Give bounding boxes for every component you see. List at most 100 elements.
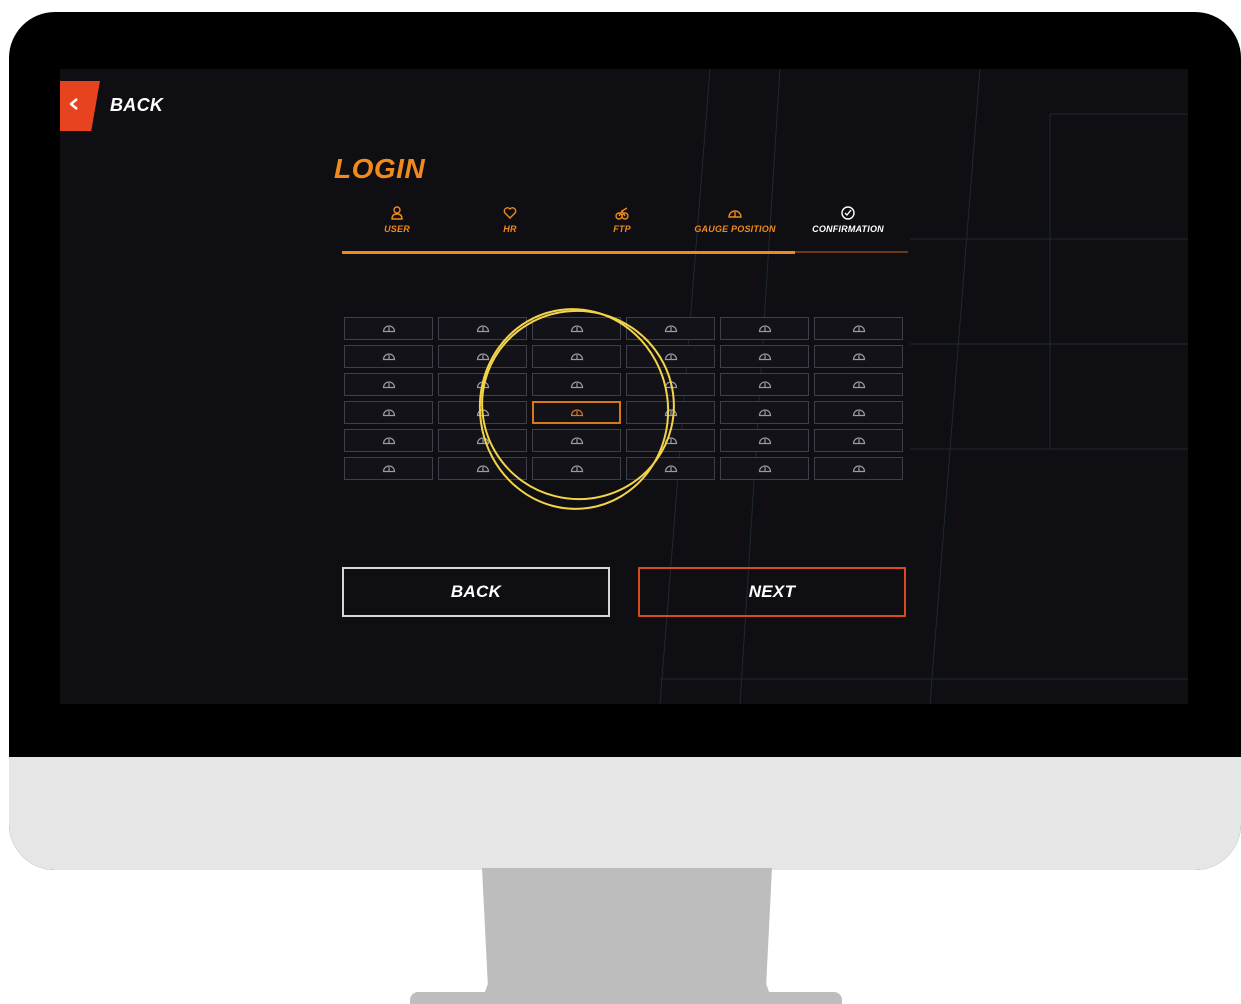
gauge-icon	[758, 320, 772, 338]
heart-icon	[460, 205, 560, 221]
step-gauge-position[interactable]: GAUGE POSITION	[685, 205, 785, 234]
gauge-icon	[758, 376, 772, 394]
chevron-left-icon	[68, 97, 80, 116]
gauge-icon	[852, 348, 866, 366]
gauge-icon	[382, 348, 396, 366]
gauge-icon	[382, 376, 396, 394]
gauge-cell[interactable]	[720, 345, 809, 368]
gauge-icon	[476, 432, 490, 450]
gauge-cell[interactable]	[814, 429, 903, 452]
gauge-cell[interactable]	[626, 457, 715, 480]
gauge-icon	[852, 320, 866, 338]
stepper-progress	[342, 251, 795, 254]
gauge-cell[interactable]	[344, 345, 433, 368]
gauge-cell[interactable]	[438, 317, 527, 340]
gauge-cell[interactable]	[626, 429, 715, 452]
gauge-cell[interactable]	[720, 429, 809, 452]
app-screen: BACK LOGIN USER HR FTP GAUGE POSITION CO…	[60, 69, 1188, 704]
gauge-icon	[570, 376, 584, 394]
gauge-cell[interactable]	[626, 317, 715, 340]
gauge-cell[interactable]	[720, 373, 809, 396]
gauge-cell[interactable]	[720, 401, 809, 424]
gauge-icon	[476, 460, 490, 478]
step-user[interactable]: USER	[347, 205, 447, 234]
gauge-icon	[476, 404, 490, 422]
gauge-icon	[664, 460, 678, 478]
gauge-position-grid	[344, 317, 908, 480]
gauge-cell[interactable]	[720, 457, 809, 480]
gauge-cell[interactable]	[438, 457, 527, 480]
gauge-icon	[476, 348, 490, 366]
gauge-cell[interactable]	[532, 429, 621, 452]
gauge-icon	[664, 348, 678, 366]
step-ftp[interactable]: FTP	[572, 205, 672, 234]
gauge-icon	[758, 348, 772, 366]
gauge-icon	[476, 376, 490, 394]
step-label: GAUGE POSITION	[694, 224, 776, 234]
gauge-icon	[852, 432, 866, 450]
back-button[interactable]: BACK	[342, 567, 610, 617]
bike-icon	[572, 205, 672, 221]
gauge-cell[interactable]	[814, 401, 903, 424]
monitor-frame: BACK LOGIN USER HR FTP GAUGE POSITION CO…	[9, 12, 1241, 870]
gauge-cell[interactable]	[344, 429, 433, 452]
gauge-icon	[382, 432, 396, 450]
step-label: FTP	[613, 224, 631, 234]
gauge-icon	[664, 432, 678, 450]
gauge-cell[interactable]	[626, 345, 715, 368]
next-button[interactable]: NEXT	[638, 567, 906, 617]
gauge-cell[interactable]	[814, 457, 903, 480]
gauge-icon	[758, 404, 772, 422]
top-back-label[interactable]: BACK	[110, 95, 163, 116]
gauge-icon	[570, 432, 584, 450]
gauge-icon	[664, 376, 678, 394]
progress-stepper: USER HR FTP GAUGE POSITION CONFIRMATION	[342, 205, 908, 261]
gauge-cell[interactable]	[344, 401, 433, 424]
gauge-cell[interactable]	[532, 317, 621, 340]
gauge-cell[interactable]	[344, 373, 433, 396]
gauge-icon	[382, 404, 396, 422]
gauge-icon	[852, 460, 866, 478]
gauge-icon	[852, 404, 866, 422]
gauge-icon	[570, 348, 584, 366]
step-confirmation[interactable]: CONFIRMATION	[798, 205, 898, 234]
gauge-cell[interactable]	[438, 429, 527, 452]
gauge-cell[interactable]	[438, 401, 527, 424]
gauge-icon	[664, 404, 678, 422]
gauge-icon	[382, 460, 396, 478]
gauge-cell[interactable]	[532, 373, 621, 396]
gauge-cell[interactable]	[344, 457, 433, 480]
gauge-icon	[570, 404, 584, 422]
gauge-cell[interactable]	[438, 373, 527, 396]
gauge-icon	[685, 205, 785, 221]
gauge-cell[interactable]	[532, 457, 621, 480]
gauge-cell[interactable]	[720, 317, 809, 340]
gauge-icon	[758, 432, 772, 450]
user-icon	[347, 205, 447, 221]
gauge-cell[interactable]	[532, 345, 621, 368]
gauge-icon	[570, 320, 584, 338]
monitor-chin	[9, 757, 1241, 870]
monitor-stand	[482, 868, 772, 1000]
gauge-icon	[382, 320, 396, 338]
gauge-cell[interactable]	[344, 317, 433, 340]
step-label: USER	[384, 224, 410, 234]
gauge-icon	[570, 460, 584, 478]
gauge-icon	[758, 460, 772, 478]
gauge-icon	[476, 320, 490, 338]
gauge-cell-selected[interactable]	[532, 401, 621, 424]
step-label: CONFIRMATION	[812, 224, 884, 234]
gauge-cell[interactable]	[814, 373, 903, 396]
gauge-cell[interactable]	[626, 401, 715, 424]
gauge-cell[interactable]	[438, 345, 527, 368]
gauge-cell[interactable]	[626, 373, 715, 396]
check-circle-icon	[798, 205, 898, 221]
step-label: HR	[503, 224, 517, 234]
page-title: LOGIN	[334, 153, 426, 184]
gauge-icon	[852, 376, 866, 394]
gauge-cell[interactable]	[814, 317, 903, 340]
gauge-cell[interactable]	[814, 345, 903, 368]
step-hr[interactable]: HR	[460, 205, 560, 234]
gauge-icon	[664, 320, 678, 338]
monitor-stand-base	[410, 992, 842, 1004]
